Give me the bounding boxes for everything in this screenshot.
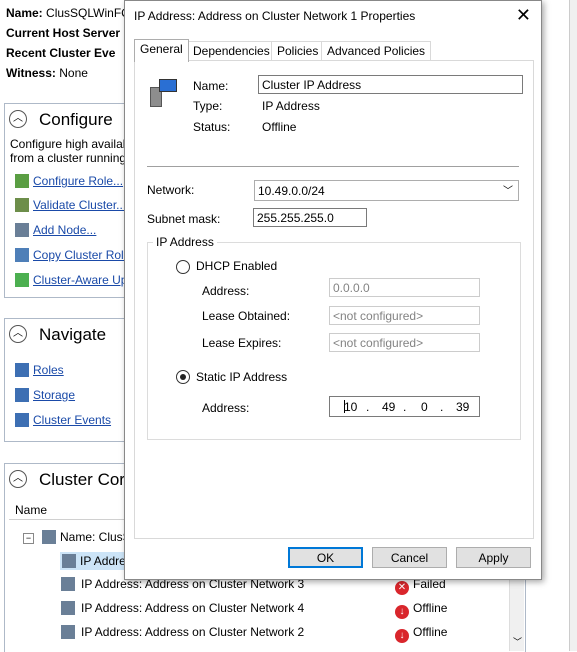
summary-name-value: ClusSQLWinFC [46, 6, 130, 20]
copy-cluster-roles-icon [15, 248, 29, 262]
configure-panel: ︿ Configure Configure high availab from … [4, 103, 141, 298]
cluster-name-icon [42, 530, 56, 544]
text-caret [344, 400, 345, 413]
collapse-cluster-core-icon[interactable]: ︿ [9, 470, 27, 488]
status-value: Offline [262, 120, 297, 134]
ip-address-resource-icon [61, 601, 75, 615]
status-offline: ↓ Offline [395, 601, 447, 619]
validate-cluster-link[interactable]: Validate Cluster... [15, 198, 126, 212]
add-node-icon [15, 223, 29, 237]
tab-dependencies[interactable]: Dependencies [187, 41, 276, 61]
table-row[interactable]: IP Address: Address on Cluster Network 4 [61, 601, 304, 615]
close-icon[interactable]: ✕ [516, 5, 531, 25]
offline-down-arrow-icon: ↓ [395, 629, 409, 643]
roles-shortcut-icon [15, 363, 29, 377]
configure-description-1: Configure high availab [10, 137, 130, 151]
configure-role-icon [15, 174, 29, 188]
ip-address-resource-icon [62, 554, 76, 568]
table-row[interactable]: IP Address: Address on Cluster Network 2 [61, 625, 304, 639]
table-row-selected[interactable]: IP Addre [60, 552, 130, 570]
type-value: IP Address [262, 99, 320, 113]
lease-obtained-label: Lease Obtained: [202, 309, 291, 323]
ok-button[interactable]: OK [288, 547, 363, 568]
offline-down-arrow-icon: ↓ [395, 605, 409, 619]
lease-obtained-field: <not configured> [329, 306, 480, 325]
static-ip-label[interactable]: Static IP Address [196, 370, 287, 384]
tab-policies[interactable]: Policies [271, 41, 325, 61]
general-tab-page: Name: Cluster IP Address Type: IP Addres… [134, 60, 534, 539]
tab-advanced-policies[interactable]: Advanced Policies [321, 41, 432, 61]
configure-role-link[interactable]: Configure Role... [15, 174, 123, 188]
cluster-aware-updating-link[interactable]: Cluster-Aware Upd [15, 273, 134, 287]
configure-description-2: from a cluster running [10, 151, 127, 165]
network-label: Network: [147, 183, 195, 197]
status-label: Status: [193, 120, 231, 134]
cluster-events-shortcut-icon [15, 413, 29, 427]
ip-address-properties-dialog: IP Address: Address on Cluster Network 1… [124, 0, 542, 580]
static-address-label: Address: [202, 401, 250, 415]
ip-octet-3[interactable]: 0 [421, 397, 428, 418]
actions-pane-edge [569, 0, 577, 651]
separator [147, 166, 519, 167]
network-select-value: 10.49.0.0/24 [258, 184, 325, 198]
navigate-panel: ︿ Navigate Roles Storage Cluster Events [4, 318, 141, 442]
navigate-title: Navigate [39, 325, 107, 344]
dhcp-enabled-radio[interactable] [176, 260, 190, 274]
collapse-navigate-icon[interactable]: ︿ [9, 325, 27, 343]
ip-octet-1[interactable]: 10 [344, 397, 357, 418]
chevron-down-icon[interactable]: ﹀ [503, 181, 513, 202]
subnet-mask-input[interactable]: 255.255.255.0 [253, 208, 367, 227]
configure-title: Configure [39, 110, 113, 129]
type-label: Type: [193, 99, 223, 113]
collapse-configure-icon[interactable]: ︿ [9, 110, 27, 128]
dhcp-enabled-label[interactable]: DHCP Enabled [196, 259, 277, 273]
dhcp-address-field: 0.0.0.0 [329, 278, 480, 297]
storage-shortcut-icon [15, 388, 29, 402]
failed-x-icon: ✕ [395, 581, 409, 595]
summary-witness-value: None [59, 66, 88, 80]
ip-address-resource-icon [147, 77, 177, 107]
copy-cluster-roles-link[interactable]: Copy Cluster Roles [15, 248, 136, 262]
roles-link[interactable]: Roles [15, 363, 64, 377]
cluster-aware-update-arrow-icon [15, 273, 29, 287]
name-input[interactable]: Cluster IP Address [258, 75, 523, 94]
ip-address-resource-icon [61, 625, 75, 639]
summary-witness-label: Witness: None [6, 66, 88, 80]
status-offline: ↓ Offline [395, 625, 447, 643]
static-ip-address-input[interactable]: 10 . 49 . 0 . 39 [329, 396, 480, 417]
ip-address-resource-icon [61, 577, 75, 591]
name-label: Name: [193, 79, 229, 93]
tab-general[interactable]: General [134, 39, 189, 62]
summary-recent-events-label: Recent Cluster Eve [6, 46, 116, 60]
tree-root-row[interactable]: − Name: ClusS [23, 530, 131, 544]
dhcp-address-label: Address: [202, 284, 250, 298]
scroll-down-arrow-icon[interactable]: ﹀ [513, 635, 522, 648]
summary-current-host-label: Current Host Server [6, 26, 121, 40]
network-select[interactable]: 10.49.0.0/24 ﹀ [254, 180, 519, 201]
tree-collapse-icon[interactable]: − [23, 533, 34, 544]
static-ip-radio[interactable] [176, 370, 190, 384]
lease-expires-field: <not configured> [329, 333, 480, 352]
list-scrollbar[interactable]: ﹀ [509, 578, 524, 651]
cluster-core-title: Cluster Cor [39, 470, 125, 489]
dialog-title: IP Address: Address on Cluster Network 1… [134, 9, 416, 23]
apply-button[interactable]: Apply [456, 547, 531, 568]
storage-link[interactable]: Storage [15, 388, 75, 402]
validate-cluster-icon [15, 198, 29, 212]
cancel-button[interactable]: Cancel [372, 547, 447, 568]
summary-name-label: Name: ClusSQLWinFC [6, 6, 130, 20]
cluster-events-link[interactable]: Cluster Events [15, 413, 111, 427]
add-node-link[interactable]: Add Node... [15, 223, 96, 237]
ip-address-group-caption: IP Address [153, 235, 217, 249]
ip-octet-2[interactable]: 49 [382, 397, 395, 418]
ip-octet-4[interactable]: 39 [456, 397, 469, 418]
subnet-mask-label: Subnet mask: [147, 212, 221, 226]
lease-expires-label: Lease Expires: [202, 336, 282, 350]
